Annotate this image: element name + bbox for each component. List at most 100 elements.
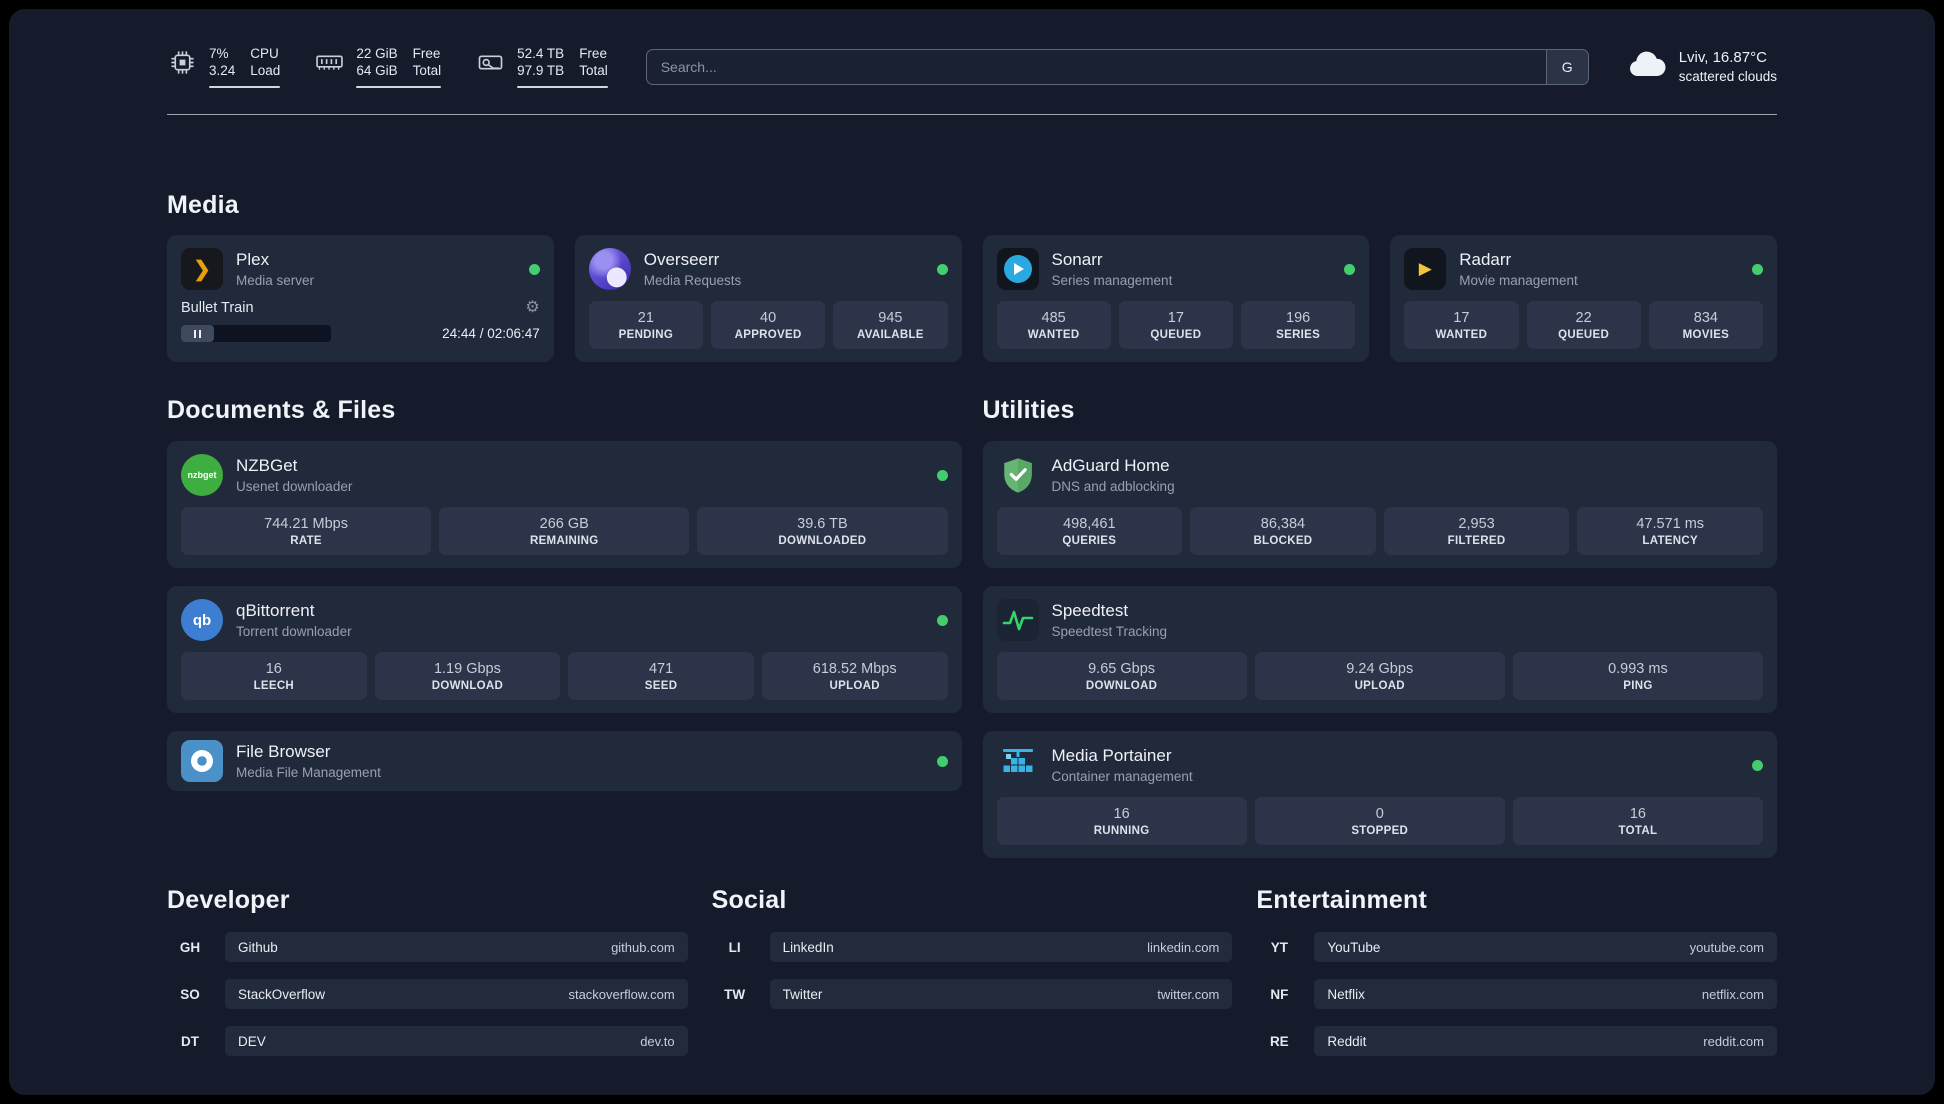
app-card-qbittorrent[interactable]: qb qBittorrent Torrent downloader 16 LEE… xyxy=(167,586,962,713)
bookmark-group-entertainment: Entertainment YT YouTube youtube.com NF … xyxy=(1256,886,1777,1056)
middle-columns: Documents & Files nzbget NZBGet Usenet d… xyxy=(167,396,1777,858)
app-card-nzbget[interactable]: nzbget NZBGet Usenet downloader 744.21 M… xyxy=(167,441,962,568)
bookmark-reddit[interactable]: RE Reddit reddit.com xyxy=(1256,1026,1777,1056)
app-card-adguard[interactable]: AdGuard Home DNS and adblocking 498,461 … xyxy=(982,441,1777,568)
bookmark-url: dev.to xyxy=(640,1033,675,1049)
portainer-icon xyxy=(997,744,1039,786)
bookmark-link[interactable]: YouTube youtube.com xyxy=(1314,932,1777,962)
stat-label: DOWNLOAD xyxy=(431,679,504,692)
stat-label: PING xyxy=(1623,679,1653,692)
app-name: NZBGet xyxy=(236,456,298,475)
stat-label: RATE xyxy=(290,534,322,547)
disk-free-value: 52.4 TB xyxy=(517,46,565,61)
speedtest-icon xyxy=(996,599,1039,641)
app-card-overseerr[interactable]: Overseerr Media Requests 21 PENDING 40 A… xyxy=(574,235,962,362)
bookmark-link[interactable]: DEV dev.to xyxy=(225,1026,688,1056)
search-bar: G xyxy=(645,48,1589,85)
stat-label: UPLOAD xyxy=(829,679,880,692)
stat-label: QUEUED xyxy=(1558,328,1610,341)
stats-row: 16 RUNNING 0 STOPPED 16 TOTAL xyxy=(996,797,1763,845)
stat-value: 22 xyxy=(1575,309,1592,326)
bookmark-abbr: YT xyxy=(1270,939,1288,955)
app-card-speedtest[interactable]: Speedtest Speedtest Tracking 9.65 Gbps D… xyxy=(982,586,1777,713)
app-subtitle: Speedtest Tracking xyxy=(1051,624,1168,639)
stat-tile-seed: 471 SEED xyxy=(568,652,754,700)
stat-value: 471 xyxy=(648,660,674,677)
bookmark-abbr: NF xyxy=(1270,986,1289,1002)
radarr-icon xyxy=(1404,248,1447,290)
stat-tile-upload: 9.24 Gbps UPLOAD xyxy=(1254,652,1505,700)
stat-tile-running: 16 RUNNING xyxy=(996,797,1247,845)
stat-label: AVAILABLE xyxy=(856,328,924,341)
stat-label: WANTED xyxy=(1435,328,1488,341)
bookmark-github[interactable]: GH Github github.com xyxy=(167,932,688,962)
bookmark-abbr: LI xyxy=(728,939,741,955)
status-dot xyxy=(936,263,948,275)
app-subtitle: Movie management xyxy=(1459,273,1578,288)
stats-row: 17 WANTED 22 QUEUED 834 MOVIES xyxy=(1404,301,1763,349)
stat-label: APPROVED xyxy=(734,328,802,341)
gear-icon[interactable] xyxy=(525,300,539,316)
stat-label: REMAINING xyxy=(529,534,599,547)
stat-value: 744.21 Mbps xyxy=(264,515,348,532)
bookmark-link[interactable]: Github github.com xyxy=(225,932,688,962)
stat-tile-download: 9.65 Gbps DOWNLOAD xyxy=(996,652,1247,700)
stat-label: UPLOAD xyxy=(1354,679,1405,692)
stat-label: LATENCY xyxy=(1642,534,1698,547)
disk-usage-bar xyxy=(517,86,608,88)
stat-tile-series: 196 SERIES xyxy=(1241,301,1356,349)
nzbget-icon-text: nzbget xyxy=(187,470,217,480)
top-bar: 7% 3.24 CPU Load 22 GiB 64 GiB Free Tota… xyxy=(167,45,1777,88)
bookmark-link[interactable]: Netflix netflix.com xyxy=(1314,979,1777,1009)
pause-icon[interactable] xyxy=(193,329,202,338)
app-name: Sonarr xyxy=(1051,250,1103,269)
app-subtitle: DNS and adblocking xyxy=(1051,479,1175,494)
search-input[interactable] xyxy=(646,49,1546,84)
bookmark-twitter[interactable]: TW Twitter twitter.com xyxy=(712,979,1233,1009)
bookmark-link[interactable]: Reddit reddit.com xyxy=(1314,1026,1777,1056)
bookmark-dev[interactable]: DT DEV dev.to xyxy=(167,1026,688,1056)
app-card-portainer[interactable]: Media Portainer Container management 16 … xyxy=(982,731,1777,858)
app-card-sonarr[interactable]: Sonarr Series management 485 WANTED 17 Q… xyxy=(982,235,1370,362)
app-card-radarr[interactable]: Radarr Movie management 17 WANTED 22 QUE… xyxy=(1390,235,1777,362)
qbittorrent-icon: qb xyxy=(181,599,223,641)
stats-row: 21 PENDING 40 APPROVED 945 AVAILABLE xyxy=(588,301,948,349)
playback-progress-bar[interactable] xyxy=(181,325,331,342)
bookmark-abbr: TW xyxy=(724,986,746,1002)
bookmark-url: youtube.com xyxy=(1689,939,1764,955)
bookmark-link[interactable]: LinkedIn linkedin.com xyxy=(769,932,1233,962)
bookmark-stackoverflow[interactable]: SO StackOverflow stackoverflow.com xyxy=(167,979,688,1009)
stat-label: TOTAL xyxy=(1618,824,1658,837)
search-engine-button[interactable]: G xyxy=(1545,49,1588,84)
app-subtitle: Media Requests xyxy=(643,273,742,288)
memory-usage-bar xyxy=(356,86,442,88)
app-name: Speedtest xyxy=(1051,601,1129,620)
stat-label: SEED xyxy=(644,679,678,692)
stat-tile-approved: 40 APPROVED xyxy=(711,301,826,349)
stat-label: MOVIES xyxy=(1682,328,1730,341)
stat-value: 485 xyxy=(1041,309,1066,326)
bookmark-link[interactable]: StackOverflow stackoverflow.com xyxy=(225,979,688,1009)
stat-label: SERIES xyxy=(1276,328,1321,341)
bookmark-youtube[interactable]: YT YouTube youtube.com xyxy=(1256,932,1777,962)
app-name: Overseerr xyxy=(643,250,720,269)
section-media: Media Plex Media server Bullet Train xyxy=(167,191,1777,362)
stat-value: 39.6 TB xyxy=(797,515,848,532)
bookmark-netflix[interactable]: NF Netflix netflix.com xyxy=(1256,979,1777,1009)
cpu-metric: 7% 3.24 CPU Load xyxy=(167,45,281,88)
bookmark-linkedin[interactable]: LI LinkedIn linkedin.com xyxy=(712,932,1233,962)
weather-condition: scattered clouds xyxy=(1678,69,1777,84)
app-subtitle: Torrent downloader xyxy=(236,624,352,639)
stat-tile-upload: 618.52 Mbps UPLOAD xyxy=(761,652,948,700)
app-card-plex[interactable]: Plex Media server Bullet Train xyxy=(167,235,554,362)
app-subtitle: Usenet downloader xyxy=(236,479,353,494)
adguard-icon xyxy=(997,454,1039,496)
stat-tile-downloaded: 39.6 TB DOWNLOADED xyxy=(697,507,948,555)
bookmark-link[interactable]: Twitter twitter.com xyxy=(769,979,1233,1009)
stat-label: DOWNLOADED xyxy=(778,534,867,547)
section-title-social: Social xyxy=(711,886,787,914)
app-name: Media Portainer xyxy=(1051,746,1172,765)
stat-value: 9.24 Gbps xyxy=(1346,660,1414,677)
section-utilities: Utilities AdGuard Home DNS and adblockin… xyxy=(982,396,1777,858)
app-card-filebrowser[interactable]: File Browser Media File Management xyxy=(167,731,962,791)
